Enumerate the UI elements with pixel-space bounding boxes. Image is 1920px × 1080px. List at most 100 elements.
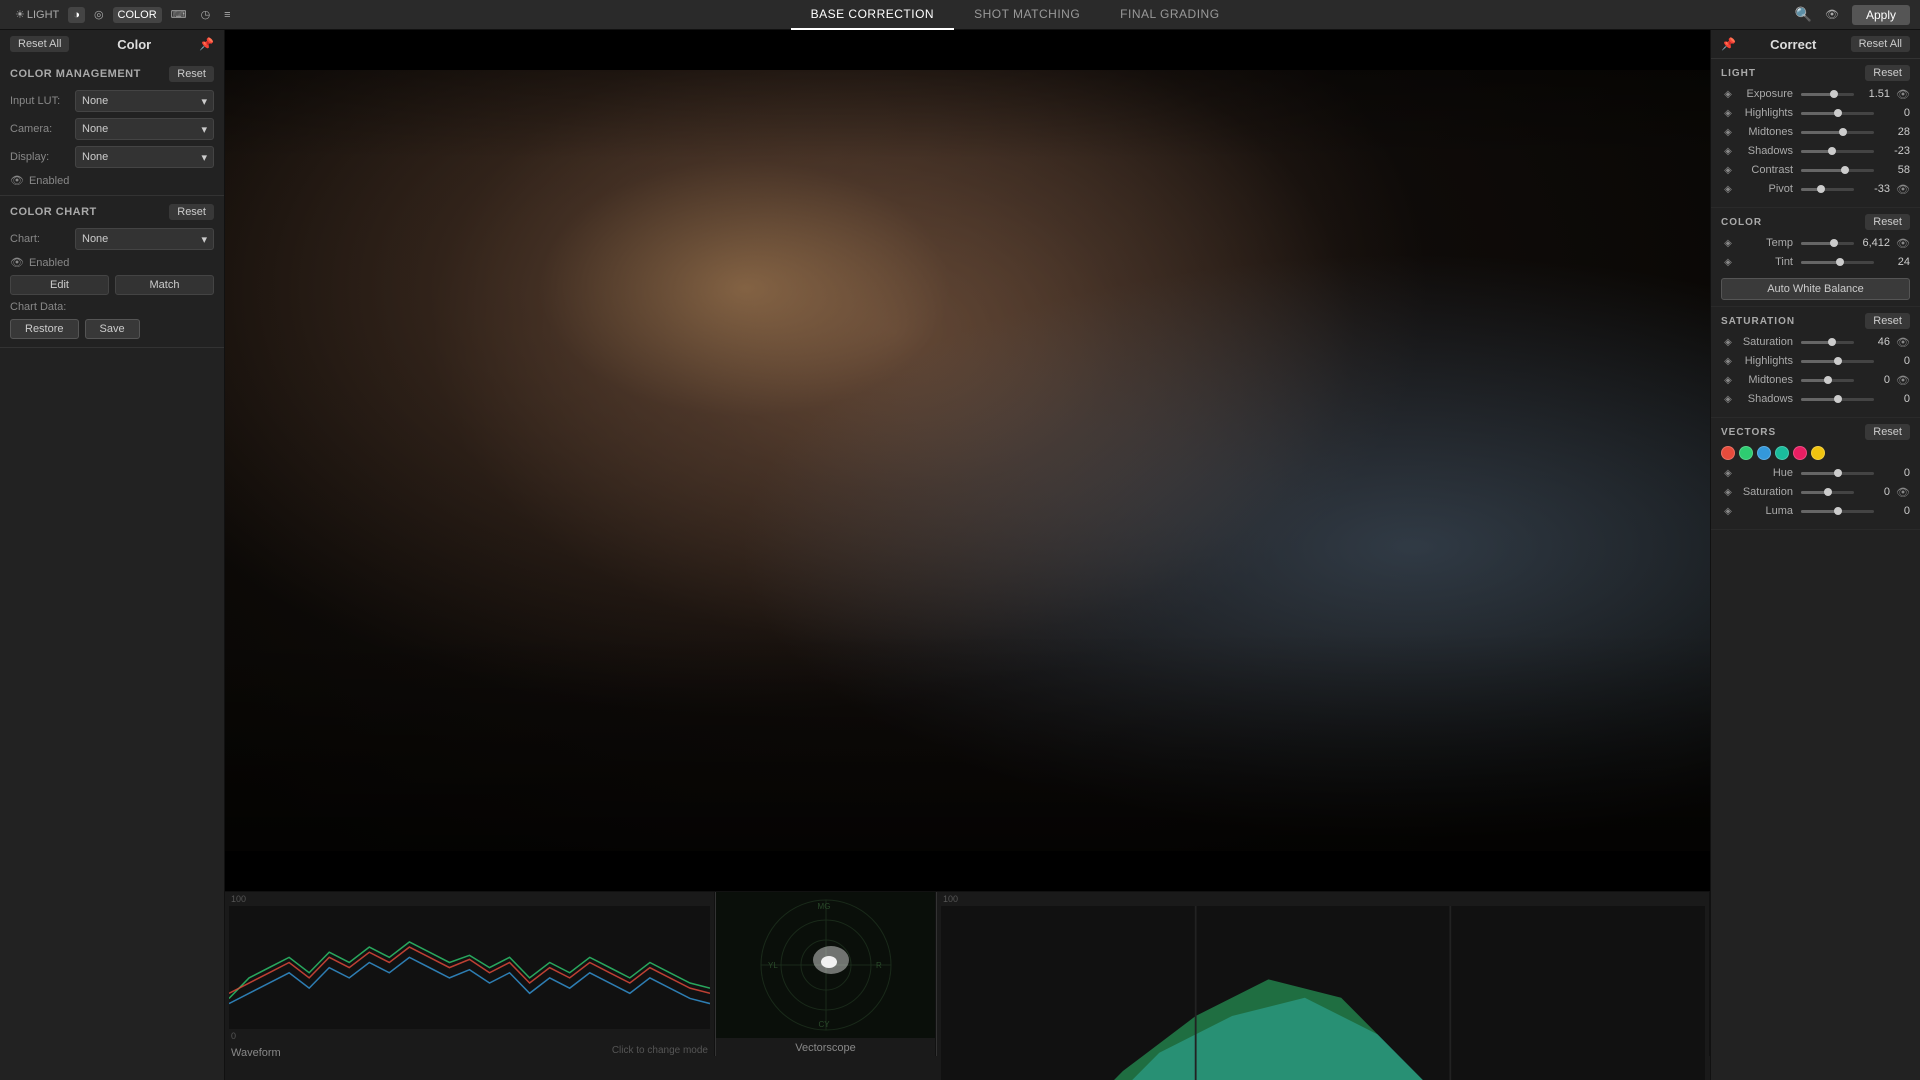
contrast-slider[interactable] (1801, 169, 1874, 172)
sat-midtones-slider[interactable] (1801, 379, 1854, 382)
camera-select[interactable]: None ▾ (75, 118, 214, 140)
exposure-eye-icon[interactable]: 👁 (1896, 88, 1910, 101)
cm-eye-icon[interactable]: 👁 (10, 174, 24, 187)
search-button[interactable]: 🔍 (1795, 6, 1812, 23)
vec-sat-value: 0 (1858, 486, 1890, 498)
vectors-reset-button[interactable]: Reset (1865, 424, 1910, 440)
tint-slider[interactable] (1801, 261, 1874, 264)
shadows-thumb[interactable] (1828, 147, 1836, 155)
dot-cyan[interactable] (1775, 446, 1789, 460)
menu-btn[interactable]: ≡ (219, 7, 235, 23)
match-button[interactable]: Match (115, 275, 214, 295)
temp-eye-icon[interactable]: 👁 (1896, 237, 1910, 250)
saturation-thumb[interactable] (1828, 338, 1836, 346)
dot-magenta[interactable] (1793, 446, 1807, 460)
restore-button[interactable]: Restore (10, 319, 79, 339)
apply-button[interactable]: Apply (1852, 5, 1910, 25)
svg-text:MG: MG (817, 902, 830, 911)
hue-thumb[interactable] (1834, 469, 1842, 477)
light-reset-button[interactable]: Reset (1865, 65, 1910, 81)
sat-shadows-slider[interactable] (1801, 398, 1874, 401)
exposure-thumb[interactable] (1830, 90, 1838, 98)
center-area: 100 0 Wavefor (225, 30, 1710, 1080)
midtones-thumb[interactable] (1839, 128, 1847, 136)
eye-preview-icon: 👁 (1825, 8, 1839, 21)
key-icon: ⌨ (171, 8, 187, 21)
sat-midtones-eye-icon[interactable]: 👁 (1896, 374, 1910, 387)
tab-bar: BASE CORRECTION SHOT MATCHING FINAL GRAD… (246, 0, 1785, 30)
saturation-label: Saturation (1739, 336, 1797, 348)
left-reset-all-button[interactable]: Reset All (10, 36, 69, 52)
sat-highlights-slider[interactable] (1801, 360, 1874, 363)
dot-yellow[interactable] (1811, 446, 1825, 460)
hue-slider[interactable] (1801, 472, 1874, 475)
chevron-down-icon2: ▾ (201, 123, 207, 136)
eye-preview-btn[interactable]: 👁 (1820, 6, 1844, 23)
midtones-slider-row: ◈ Midtones 28 (1721, 125, 1910, 139)
input-lut-select[interactable]: None ▾ (75, 90, 214, 112)
color-reset-button[interactable]: Reset (1865, 214, 1910, 230)
pivot-thumb[interactable] (1817, 185, 1825, 193)
saturation-reset-button[interactable]: Reset (1865, 313, 1910, 329)
tab-final-grading[interactable]: FINAL GRADING (1100, 0, 1239, 30)
rp-reset-all-button[interactable]: Reset All (1851, 36, 1910, 52)
circle-btn[interactable]: ◎ (89, 6, 109, 23)
chart-value: None (82, 233, 108, 245)
tab-base-correction[interactable]: BASE CORRECTION (791, 0, 955, 30)
highlights-thumb[interactable] (1834, 109, 1842, 117)
color-management-reset[interactable]: Reset (169, 66, 214, 82)
luma-slider[interactable] (1801, 510, 1874, 513)
dot-blue[interactable] (1757, 446, 1771, 460)
waveform-panel: 100 0 Wavefor (225, 892, 715, 1056)
sun-adjust-btn[interactable]: ◑ (68, 7, 85, 23)
luma-fill (1801, 510, 1838, 513)
sat-highlights-thumb[interactable] (1834, 357, 1842, 365)
color-tool-btn[interactable]: COLOR (113, 7, 162, 23)
contrast-thumb[interactable] (1841, 166, 1849, 174)
light-label: LIGHT (27, 9, 59, 21)
vec-sat-thumb[interactable] (1824, 488, 1832, 496)
highlights-fill (1801, 112, 1838, 115)
chart-action-buttons: Edit Match (10, 275, 214, 295)
auto-white-balance-button[interactable]: Auto White Balance (1721, 278, 1910, 300)
light-tool-btn[interactable]: ☀ LIGHT (10, 6, 64, 23)
cc-eye-icon[interactable]: 👁 (10, 256, 24, 269)
sat-midtones-thumb[interactable] (1824, 376, 1832, 384)
color-chart-reset[interactable]: Reset (169, 204, 214, 220)
exposure-slider[interactable] (1801, 93, 1854, 96)
tab-shot-matching[interactable]: SHOT MATCHING (954, 0, 1100, 30)
key-btn[interactable]: ⌨ (166, 6, 192, 23)
scopes-area: 100 0 Wavefor (225, 891, 1710, 1056)
vec-sat-slider[interactable] (1801, 491, 1854, 494)
pin-icon: 📌 (199, 37, 214, 51)
temp-thumb[interactable] (1830, 239, 1838, 247)
vec-sat-eye-icon[interactable]: 👁 (1896, 486, 1910, 499)
sat-shadows-thumb[interactable] (1834, 395, 1842, 403)
display-label: Display: (10, 151, 75, 163)
saturation-eye-icon[interactable]: 👁 (1896, 336, 1910, 349)
vectorscope-panel: MG CY YL R Vectorscope (716, 892, 936, 1056)
dot-green[interactable] (1739, 446, 1753, 460)
temp-slider[interactable] (1801, 242, 1854, 245)
saturation-slider[interactable] (1801, 341, 1854, 344)
luma-thumb[interactable] (1834, 507, 1842, 515)
save-button[interactable]: Save (85, 319, 140, 339)
exposure-slider-row: ◈ Exposure 1.51 👁 (1721, 87, 1910, 101)
svg-text:CY: CY (818, 1020, 830, 1029)
pivot-eye-icon[interactable]: 👁 (1896, 183, 1910, 196)
pivot-slider[interactable] (1801, 188, 1854, 191)
clock-btn[interactable]: ◷ (196, 6, 216, 23)
vec-sat-label: Saturation (1739, 486, 1797, 498)
tint-thumb[interactable] (1836, 258, 1844, 266)
shadows-slider[interactable] (1801, 150, 1874, 153)
pivot-value: -33 (1858, 183, 1890, 195)
contrast-slider-row: ◈ Contrast 58 (1721, 163, 1910, 177)
contrast-fill (1801, 169, 1845, 172)
display-select[interactable]: None ▾ (75, 146, 214, 168)
edit-button[interactable]: Edit (10, 275, 109, 295)
chart-select[interactable]: None ▾ (75, 228, 214, 250)
highlights-slider[interactable] (1801, 112, 1874, 115)
dot-red[interactable] (1721, 446, 1735, 460)
color-chart-section: COLOR CHART Reset Chart: None ▾ 👁 Enable… (0, 196, 224, 348)
midtones-slider[interactable] (1801, 131, 1874, 134)
